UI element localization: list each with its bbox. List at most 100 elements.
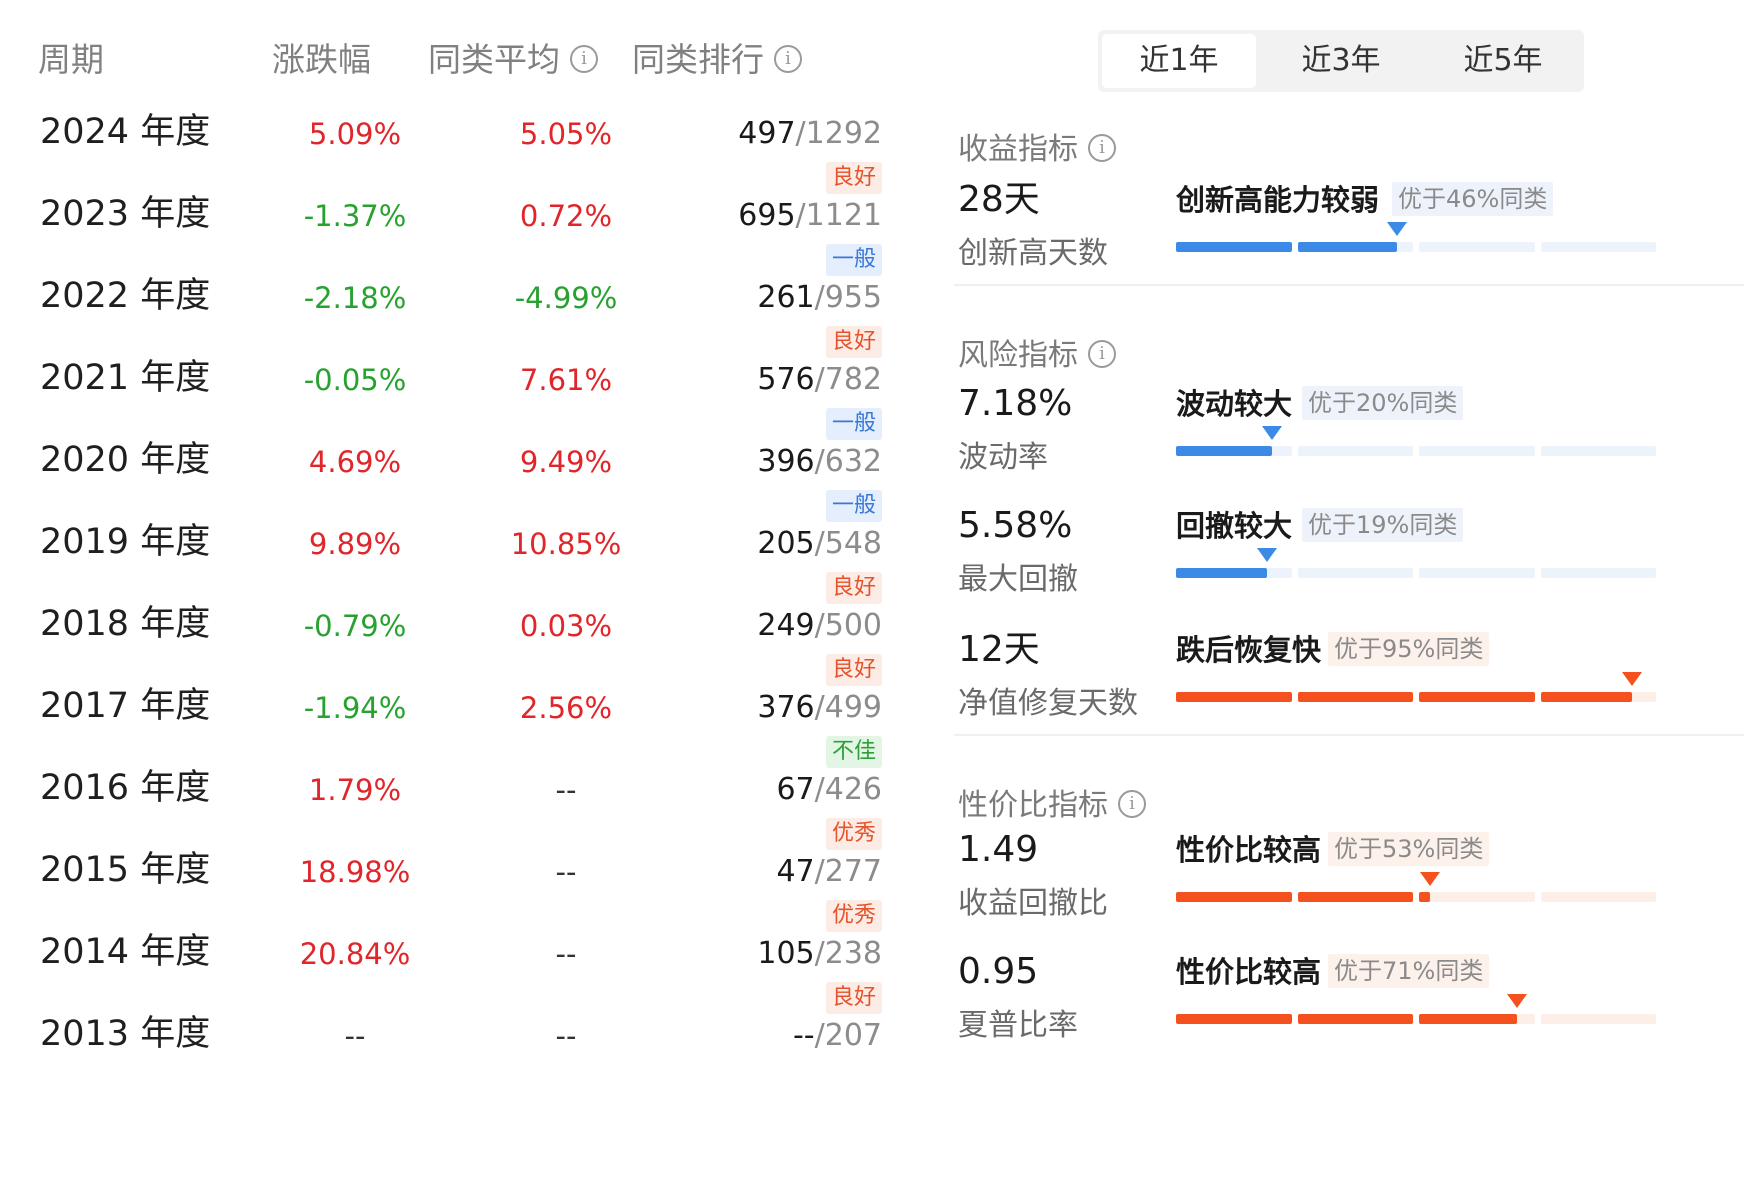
table-row[interactable]: 2023 年度 -1.37% 0.72% 695/1121	[0, 190, 900, 282]
metric-verdict: 创新高能力较弱	[1176, 183, 1380, 217]
row-category-avg: 9.49%	[519, 445, 613, 479]
table-row[interactable]: 2020 年度 4.69% 9.49% 396/632	[0, 436, 900, 528]
row-category-avg: 10.85%	[510, 527, 622, 561]
metric-verdict: 波动较大	[1176, 387, 1293, 421]
table-row[interactable]: 2019 年度 9.89% 10.85% 205/548	[0, 518, 900, 610]
row-rank: 249/500	[682, 602, 882, 650]
metric-item: 7.18% 波动率 波动较大 优于20%同类	[958, 380, 1748, 500]
bar-segment-bg	[1540, 1014, 1656, 1024]
table-row[interactable]: 2024 年度 5.09% 5.05% 497/1292	[0, 108, 900, 200]
bar-segment-bg	[1419, 892, 1535, 902]
rank-number: 576	[757, 362, 815, 397]
row-change: -2.18%	[303, 281, 407, 315]
rank-total: /277	[814, 854, 882, 889]
triangle-down-icon	[1386, 222, 1407, 236]
table-row[interactable]: 2017 年度 -1.94% 2.56% 376/499	[0, 682, 900, 774]
metric-name: 收益回撤比	[958, 886, 1108, 921]
row-rank: 497/1292	[682, 110, 882, 158]
row-change: 4.69%	[308, 445, 402, 479]
rank-number: 497	[738, 116, 796, 151]
bar-segment-fill	[1297, 892, 1413, 902]
bar-segment-bg	[1419, 568, 1535, 578]
rank-total: /500	[814, 608, 882, 643]
metric-item: 5.58% 最大回撤 回撤较大 优于19%同类	[958, 502, 1748, 622]
table-row[interactable]: 2014 年度 20.84% -- 105/238	[0, 928, 900, 1020]
info-icon[interactable]: i	[774, 44, 802, 73]
row-category-avg: 2.56%	[519, 691, 613, 725]
row-period: 2017 年度	[40, 686, 211, 726]
row-period: 2016 年度	[40, 768, 211, 808]
metric-value: 0.95	[958, 951, 1039, 992]
row-rank: 396/632	[682, 438, 882, 486]
bar-segment-fill	[1176, 892, 1292, 902]
bar-segment-bg	[1540, 568, 1656, 578]
rank-number: --	[792, 1018, 815, 1053]
info-icon[interactable]: i	[1088, 133, 1116, 162]
row-change: 20.84%	[299, 937, 411, 971]
triangle-down-icon	[1506, 994, 1527, 1008]
percentile-bar	[1176, 672, 1656, 702]
rank-number: 396	[757, 444, 815, 479]
metric-item: 12天 净值修复天数 跌后恢复快 优于95%同类	[958, 626, 1748, 746]
metric-value: 1.49	[958, 829, 1039, 870]
table-row[interactable]: 2013 年度 -- -- --/207	[0, 1010, 900, 1102]
rank-total: /632	[814, 444, 882, 479]
bar-segment-fill	[1540, 692, 1632, 702]
table-row[interactable]: 2022 年度 -2.18% -4.99% 261/955	[0, 272, 900, 364]
bar-segment-fill	[1419, 692, 1535, 702]
row-change: -0.05%	[303, 363, 407, 397]
metric-value: 28天	[958, 179, 1040, 220]
bar-segment-bg	[1419, 242, 1535, 252]
metric-name: 净值修复天数	[958, 686, 1138, 721]
rank-total: /1292	[795, 116, 882, 151]
bar-segment-fill	[1419, 1014, 1517, 1024]
row-change: 1.79%	[308, 773, 402, 807]
rank-number: 105	[757, 936, 815, 971]
row-category-avg: 5.05%	[519, 117, 613, 151]
bar-segment-fill	[1176, 692, 1292, 702]
metric-value: 7.18%	[958, 383, 1073, 424]
tab-5y[interactable]: 近5年	[1426, 34, 1580, 88]
table-row[interactable]: 2018 年度 -0.79% 0.03% 249/500	[0, 600, 900, 692]
row-period: 2024 年度	[40, 112, 211, 152]
rank-number: 261	[757, 280, 815, 315]
percentile-bar	[1176, 548, 1656, 578]
tab-1y[interactable]: 近1年	[1102, 34, 1256, 88]
metric-verdict: 回撤较大	[1176, 509, 1293, 543]
bar-segment-fill	[1176, 446, 1272, 456]
section-risk-label: 风险指标	[958, 338, 1078, 373]
rank-number: 376	[757, 690, 815, 725]
rank-number: 695	[738, 198, 796, 233]
metric-verdict: 性价比较高	[1176, 833, 1322, 867]
section-value-title: 性价比指标 i	[958, 780, 1146, 824]
metric-percentile-label: 优于95%同类	[1328, 632, 1490, 666]
bar-segment-fill	[1176, 1014, 1292, 1024]
row-rank: 695/1121	[682, 192, 882, 240]
row-change: -1.94%	[303, 691, 407, 725]
rank-number: 249	[757, 608, 815, 643]
section-value-label: 性价比指标	[958, 788, 1108, 823]
bar-segment-fill	[1176, 242, 1292, 252]
row-rank: 67/426	[682, 766, 882, 814]
row-rank: 205/548	[682, 520, 882, 568]
row-period: 2020 年度	[40, 440, 211, 480]
row-rank: 105/238	[682, 930, 882, 978]
table-row[interactable]: 2021 年度 -0.05% 7.61% 576/782	[0, 354, 900, 446]
rank-number: 47	[776, 854, 815, 889]
info-icon[interactable]: i	[1118, 789, 1146, 818]
table-row[interactable]: 2015 年度 18.98% -- 47/277	[0, 846, 900, 938]
info-icon[interactable]: i	[570, 44, 598, 73]
row-rank: 47/277	[682, 848, 882, 896]
metric-percentile-label: 优于46%同类	[1392, 182, 1554, 216]
bar-segment-bg	[1297, 446, 1413, 456]
info-icon[interactable]: i	[1088, 339, 1116, 368]
row-period: 2022 年度	[40, 276, 211, 316]
metric-name: 最大回撤	[958, 562, 1078, 597]
row-category-avg: --	[555, 937, 577, 971]
tab-3y[interactable]: 近3年	[1264, 34, 1418, 88]
rank-total: /782	[814, 362, 882, 397]
row-rank: 261/955	[682, 274, 882, 322]
table-row[interactable]: 2016 年度 1.79% -- 67/426	[0, 764, 900, 856]
row-change: 9.89%	[308, 527, 402, 561]
row-period: 2013 年度	[40, 1014, 211, 1054]
